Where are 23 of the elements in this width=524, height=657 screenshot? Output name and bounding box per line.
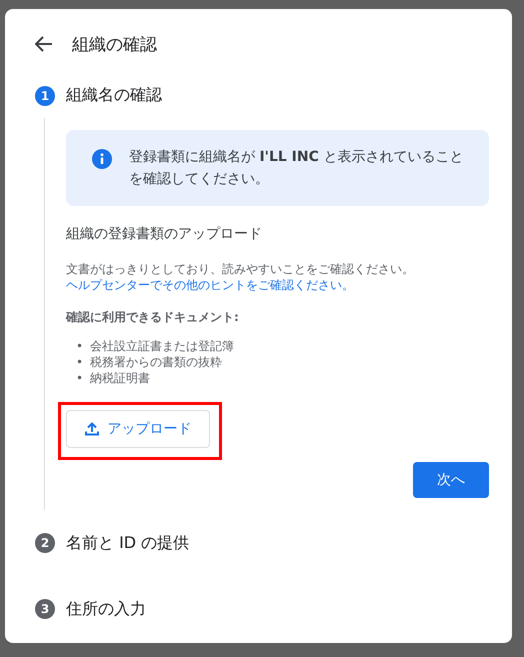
upload-icon: [84, 422, 98, 436]
info-icon: [92, 149, 112, 169]
dialog-title: 組織の確認: [72, 34, 157, 56]
step-title: 組織名の確認: [66, 85, 162, 106]
list-bullet: •: [76, 354, 82, 370]
info-message: 登録書類に組織名が I'LL INC と表示されていることを確認してください。: [129, 148, 464, 189]
help-link[interactable]: ヘルプセンターでその他のヒントをご確認ください。: [66, 278, 354, 292]
list-bullet: •: [76, 370, 82, 386]
document-item: 税務署からの書類の抜粋: [90, 354, 222, 370]
list-bullet: •: [76, 338, 82, 354]
step-number: 1: [35, 86, 55, 106]
description-text: 文書がはっきりとしており、読みやすいことをご確認ください。 ヘルプセンターでその他のヒントをご確認ください。: [66, 261, 415, 293]
section-heading: 組織の登録書類のアップロード: [66, 225, 263, 243]
document-item: 納税証明書: [90, 370, 150, 386]
documents-heading: 確認に利用できるドキュメント:: [66, 309, 240, 326]
step-title: 住所の入力: [66, 598, 146, 620]
upload-button[interactable]: アップロード: [66, 410, 210, 448]
step-number: 2: [35, 533, 55, 553]
document-item: 会社設立証書または登記簿: [90, 338, 234, 354]
step-number: 3: [35, 599, 55, 619]
step-title: 名前と ID の提供: [66, 532, 190, 554]
back-arrow-icon[interactable]: [35, 36, 53, 52]
next-button[interactable]: 次へ: [413, 462, 489, 498]
